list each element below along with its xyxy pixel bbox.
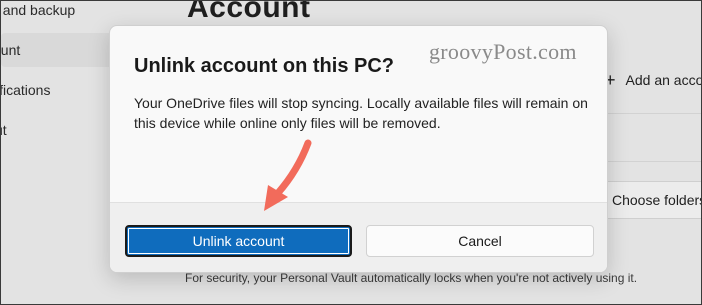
page-title: Account xyxy=(187,0,311,24)
screenshot-frame: t and backup ount ifications ut Account … xyxy=(0,0,702,305)
unlink-account-button[interactable]: Unlink account xyxy=(125,225,352,257)
sidebar-item-sync-backup[interactable]: t and backup xyxy=(1,2,75,18)
sidebar-item-about[interactable]: ut xyxy=(1,122,7,138)
dialog-footer: Unlink account Cancel xyxy=(110,202,607,272)
sidebar-item-account[interactable]: ount xyxy=(1,42,20,58)
cancel-button[interactable]: Cancel xyxy=(366,225,594,257)
sidebar-item-notifications[interactable]: ifications xyxy=(1,82,50,98)
dialog-title: Unlink account on this PC? xyxy=(134,55,395,77)
divider xyxy=(601,113,701,114)
divider xyxy=(601,161,701,162)
groovypost-watermark: groovyPost.com xyxy=(429,39,577,64)
choose-folders-button[interactable]: Choose folders xyxy=(601,181,702,219)
personal-vault-note: For security, your Personal Vault automa… xyxy=(185,271,638,285)
choose-folders-label: Choose folders xyxy=(612,192,702,208)
dialog-message: Your OneDrive files will stop syncing. L… xyxy=(134,95,588,131)
add-account-label: Add an acco xyxy=(625,72,702,88)
